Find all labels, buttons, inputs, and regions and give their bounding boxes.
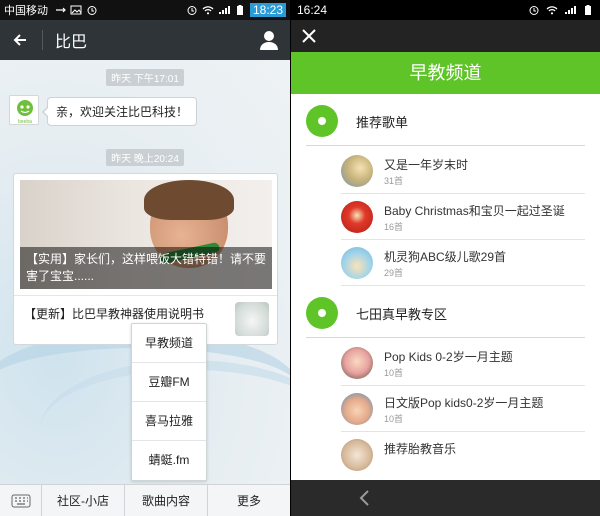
keyboard-icon (11, 494, 30, 507)
battery-icon (585, 5, 591, 15)
welcome-message-bubble[interactable]: 亲，欢迎关注比巴科技！ (41, 97, 198, 126)
signal-icon (565, 6, 576, 14)
section-recommended-playlists: 推荐歌单 (291, 94, 600, 148)
alarm-icon-right (187, 6, 197, 15)
playlist-thumbnail (341, 393, 373, 425)
battery-icon (236, 5, 243, 15)
news-divider (14, 295, 277, 296)
title-divider (42, 30, 43, 50)
official-account-avatar[interactable]: beeba (9, 95, 39, 125)
beeba-logo-icon: beeba (17, 100, 33, 125)
playlist-thumbnail (341, 347, 373, 379)
news-card: 【实用】家长们，这样喂饭大错特错！请不要害了宝宝...... 【更新】比巴早教神… (13, 173, 278, 345)
playlist-count: 10首 (384, 414, 404, 424)
popup-item-ximalaya[interactable]: 喜马拉雅 (132, 402, 206, 441)
carrier-name: 中国移动 (4, 5, 48, 17)
early-education-screen: 16:24 早教频道 推荐歌单 又是一年岁末时 31首 Baby Christm… (291, 0, 600, 516)
playlist-count: 16首 (384, 222, 404, 232)
chat-title: 比巴 (55, 34, 88, 51)
playlist-name: 机灵狗ABC级儿歌29首 (384, 250, 507, 264)
back-button[interactable] (10, 30, 30, 50)
menu-more[interactable]: 更多 (208, 485, 290, 516)
section-title: 推荐歌单 (356, 115, 409, 130)
playlist-name: Baby Christmas和宝贝一起过圣诞 (384, 204, 565, 218)
submenu-popup: 早教频道 豆瓣FM 喜马拉雅 蜻蜓.fm (131, 323, 207, 481)
popup-item-early-education[interactable]: 早教频道 (132, 324, 206, 363)
status-bar-right: 16:24 (291, 0, 600, 20)
playlist-thumbnail (341, 155, 373, 187)
popup-item-qingting-fm[interactable]: 蜻蜓.fm (132, 441, 206, 480)
news-headline: 【实用】家长们，这样喂饭大错特错！请不要害了宝宝...... (20, 247, 272, 289)
news-item-2-title[interactable]: 【更新】比巴早教神器使用说明书 (24, 305, 220, 323)
close-icon[interactable] (301, 28, 317, 44)
menu-community-shop[interactable]: 社区-小店 (42, 485, 125, 516)
section-divider (306, 145, 585, 146)
list-item[interactable]: 推荐胎教音乐 (291, 432, 600, 478)
section-shichida-zone: 七田真早教专区 (291, 286, 600, 340)
list-item[interactable]: 又是一年岁末时 31首 (291, 148, 600, 194)
webview-top-bar (291, 20, 600, 52)
playlist-name: Pop Kids 0-2岁一月主题 (384, 350, 513, 364)
arrow-left-icon (13, 34, 26, 46)
playlist-name: 推荐胎教音乐 (384, 442, 457, 456)
playlist-count: 10首 (384, 368, 404, 378)
welcome-message-text: 亲，欢迎关注比巴科技！ (56, 105, 189, 119)
user-profile-icon[interactable] (258, 29, 280, 51)
status-bar-left: 中国移动 18:23 (0, 0, 290, 20)
list-item[interactable]: Baby Christmas和宝贝一起过圣诞 16首 (291, 194, 600, 240)
playlist-thumbnail (341, 247, 373, 279)
playlist-thumbnail (341, 201, 373, 233)
wechat-chat-screen: 中国移动 18:23 比巴 昨天 下午17:01 beeba 亲，欢迎关注比巴科… (0, 0, 290, 516)
popup-item-douban-fm[interactable]: 豆瓣FM (132, 363, 206, 402)
avatar-label: beeba (18, 119, 32, 125)
playlist-thumbnail (341, 439, 373, 471)
section-bullet-icon (306, 105, 338, 137)
timestamp: 昨天 下午17:01 (0, 69, 290, 87)
account-menu-bar: 社区-小店 歌曲内容 更多 (0, 484, 290, 516)
image-icon (70, 5, 82, 15)
news-cover-image[interactable]: 【实用】家长们，这样喂饭大错特错！请不要害了宝宝...... (20, 180, 272, 289)
alarm-icon (529, 6, 539, 15)
playlist-name: 又是一年岁末时 (384, 158, 469, 172)
section-bullet-icon (306, 297, 338, 329)
menu-song-content[interactable]: 歌曲内容 (125, 485, 208, 516)
alarm-icon (87, 6, 97, 15)
section-title: 七田真早教专区 (356, 307, 448, 322)
chevron-left-icon[interactable] (357, 489, 371, 507)
playlist-count: 29首 (384, 268, 404, 278)
section-divider (306, 337, 585, 338)
timestamp-2: 昨天 晚上20:24 (0, 149, 290, 167)
keyboard-toggle-button[interactable] (0, 485, 42, 516)
wifi-icon (202, 6, 214, 15)
playlist-count: 31首 (384, 176, 404, 186)
usb-icon (56, 7, 66, 13)
list-item[interactable]: 日文版Pop kids0-2岁一月主题 10首 (291, 386, 600, 432)
child-hair (144, 180, 234, 220)
list-item[interactable]: Pop Kids 0-2岁一月主题 10首 (291, 340, 600, 386)
clock-right: 16:24 (297, 3, 328, 17)
list-item[interactable]: 机灵狗ABC级儿歌29首 29首 (291, 240, 600, 286)
page-title: 早教频道 (291, 52, 600, 94)
bottom-nav-bar (291, 480, 600, 516)
signal-icon (218, 6, 230, 14)
clock: 18:23 (249, 3, 286, 17)
chat-title-bar: 比巴 (0, 20, 290, 60)
wifi-icon (546, 6, 558, 15)
news-item-2-thumbnail[interactable] (235, 302, 269, 336)
playlist-name: 日文版Pop kids0-2岁一月主题 (384, 396, 544, 410)
